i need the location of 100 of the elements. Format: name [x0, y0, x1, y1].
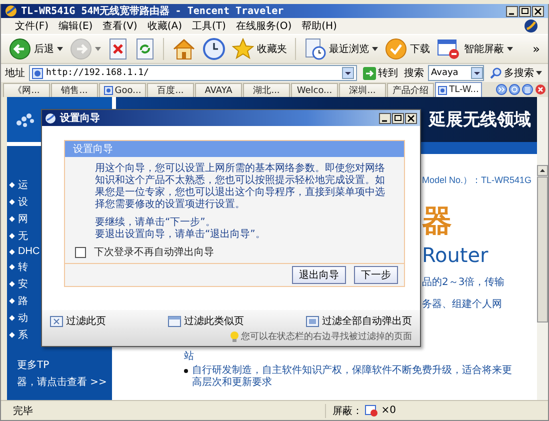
browser-tab[interactable]: Welco... [291, 83, 338, 97]
search-engine-field[interactable]: Avaya [428, 65, 484, 81]
home-icon [172, 38, 196, 60]
toolbar-button[interactable]: 下载 [383, 37, 432, 61]
caret-icon[interactable] [372, 47, 378, 51]
toolbar-button[interactable]: 收藏夹 [230, 37, 289, 61]
window-icon [168, 316, 181, 326]
browser-tab[interactable]: 深圳... [339, 83, 386, 97]
download-check-icon [385, 38, 407, 60]
more-routers-link[interactable]: 更多TP [17, 358, 112, 372]
sidebar-link[interactable]: 系 [18, 328, 28, 342]
dropdown-icon[interactable] [342, 67, 354, 79]
status-text: 完毕 [13, 404, 33, 418]
caret-icon[interactable] [57, 47, 63, 51]
sidebar-link[interactable]: 安 [18, 277, 28, 291]
browser-tab[interactable]: Goo... [99, 83, 146, 97]
dropdown-icon[interactable] [471, 67, 483, 79]
checkbox[interactable] [75, 246, 86, 258]
caret-icon[interactable] [536, 71, 542, 75]
blocked-label: 屏蔽： [332, 404, 362, 418]
description-text: 务器、组建个人网 [422, 298, 503, 311]
page-icon [104, 86, 113, 95]
description-text: 品的2～3倍，传输 [422, 276, 506, 289]
browser-tab[interactable]: 湖北... [243, 83, 290, 97]
browser-tab[interactable]: TL-W... [435, 82, 482, 97]
page-icon [32, 68, 43, 78]
browser-tab[interactable]: 产品介绍 [387, 83, 434, 97]
menu-item[interactable]: 工具(T) [188, 19, 230, 33]
sidebar-link[interactable]: 动 [18, 311, 28, 325]
menu-item[interactable]: 在线服务(O) [232, 19, 296, 33]
close-icon[interactable] [532, 6, 544, 16]
banner-slogan: 延展无线领域 [429, 109, 531, 131]
window-title: TL-WR541G 54M无线宽带路由器 - Tencent Traveler [21, 4, 285, 18]
menu-item[interactable]: 文件(F) [11, 19, 53, 33]
instruction-text: 要继续，请单击“下一步”。 [95, 217, 216, 228]
toolbar-button[interactable] [201, 37, 227, 61]
sidebar-link[interactable]: DHC [18, 246, 40, 257]
tab-list-icon[interactable] [522, 84, 533, 95]
stop-icon [108, 38, 128, 60]
browser-tab[interactable]: 销售... [51, 83, 98, 97]
toolbar-button[interactable]: 智能屏蔽 [435, 37, 515, 61]
panel-header: 设置向导 [65, 141, 404, 157]
bullet-icon [184, 369, 188, 373]
filter-button[interactable]: 过滤此页 [50, 314, 106, 328]
filter-button[interactable]: 过滤全部自动弹出页 [306, 314, 412, 328]
tab-scroll-icon[interactable] [496, 84, 507, 95]
menu-item[interactable]: 查看(V) [98, 19, 142, 33]
caret-icon[interactable] [507, 47, 513, 51]
menu-item[interactable]: 编辑(E) [54, 19, 97, 33]
menu-item[interactable]: 收藏(A) [143, 19, 186, 33]
minimize-icon[interactable] [379, 112, 391, 124]
search-label: 搜索 [404, 66, 424, 80]
sidebar-link[interactable]: 运 [18, 178, 28, 192]
blocked-count: ×0 [381, 405, 396, 416]
more-routers-link[interactable]: 器，请点击查看 >> [17, 375, 112, 389]
menu-item[interactable]: 帮助(H) [298, 19, 341, 33]
sidebar-link[interactable]: 无 [18, 229, 28, 243]
browser-page-icon [45, 112, 56, 124]
wizard-intro: 用这个向导，您可以设置上网所需的基本网络参数。即使您对网络知识和这个产品不太熟悉，您也可以按照提示轻松地完成设置。如果您是一位专家，您也可以退出这个向导程序，直接到菜单项中选择您需要修改的设置项进行设置。 [95, 163, 386, 211]
heading-character: 器 [422, 205, 453, 239]
toolbar-button[interactable]: 后退 [7, 37, 65, 61]
lightbulb-icon [230, 330, 239, 342]
more-tools-button[interactable]: » [530, 41, 542, 57]
document-clock-icon [304, 38, 326, 60]
sidebar-link[interactable]: 网 [18, 212, 28, 226]
go-button[interactable]: 转到 [361, 66, 400, 80]
browser-tab[interactable]: 百度... [147, 83, 194, 97]
star-icon [232, 38, 254, 60]
tab-refresh-icon[interactable] [509, 84, 520, 95]
clock-icon [203, 38, 225, 60]
search-icon [490, 67, 502, 79]
close-icon[interactable] [405, 112, 417, 124]
globe-icon [5, 5, 17, 17]
browser-tab[interactable]: AVAYA [195, 83, 242, 97]
multi-search-button[interactable]: 多搜索 [488, 66, 544, 80]
maximize-icon[interactable] [519, 6, 531, 16]
dialog-title: 设置向导 [60, 112, 101, 125]
toolbar-button[interactable]: 最近浏览 [302, 37, 380, 61]
wizard-button[interactable]: 下一步 [354, 266, 398, 284]
router-heading: Router [422, 243, 490, 267]
filter-button[interactable]: 过滤此类似页 [168, 314, 244, 328]
model-number: Model No.）：TL-WR541G [422, 174, 533, 187]
address-field[interactable]: http://192.168.1.1/ [29, 65, 357, 81]
checkbox-label: 下次登录不再自动弹出向导 [94, 246, 214, 259]
browser-tab[interactable]: 《网... [3, 83, 50, 97]
window-x-icon [50, 316, 63, 326]
sidebar-link[interactable]: 设 [18, 195, 28, 209]
blocked-window-icon [437, 38, 461, 60]
instruction-text: 要退出设置向导，请单击“退出向导”。 [95, 229, 266, 241]
minimize-icon[interactable] [506, 6, 518, 16]
wizard-button[interactable]: 退出向导 [292, 266, 346, 284]
maximize-icon[interactable] [392, 112, 404, 124]
close-tab-icon[interactable] [535, 84, 546, 95]
sidebar-link[interactable]: 转 [18, 260, 28, 274]
windows-icon [306, 316, 319, 326]
sidebar-link[interactable]: 路 [18, 294, 28, 308]
scrollbar-drawing[interactable] [537, 165, 548, 325]
feature-text: 自行研发制造，自主软件知识产权，保障软件不断免费升级，适合将来更高层次和更新要求 [192, 365, 513, 389]
hint-text: 您可以在状态栏的右边寻找被过滤掉的页面 [241, 330, 412, 343]
description-text: 站 [184, 350, 195, 363]
